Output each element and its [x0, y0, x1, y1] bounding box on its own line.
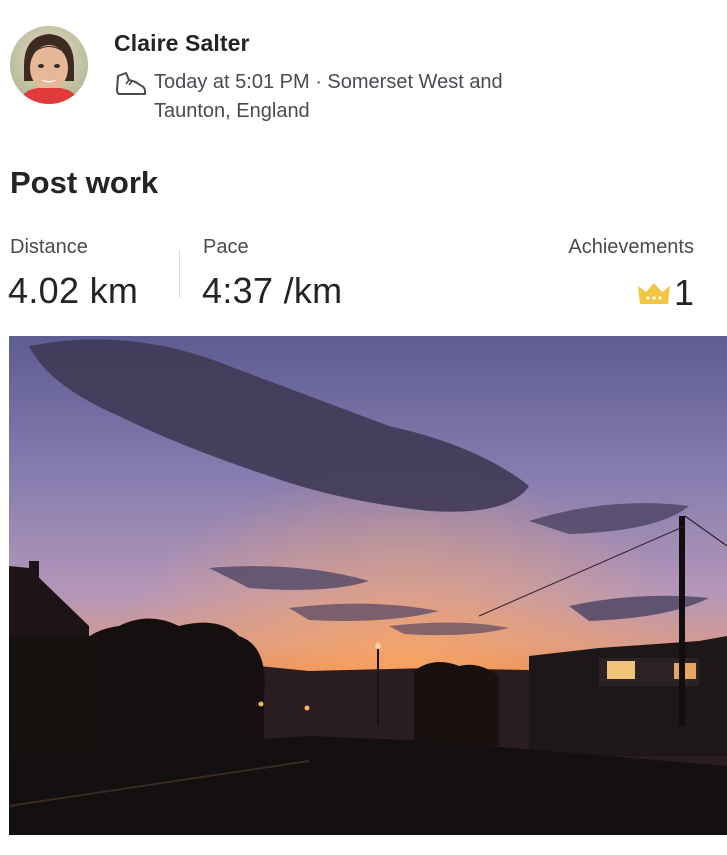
achievements-label: Achievements	[568, 236, 694, 258]
pace-label: Pace	[203, 236, 249, 258]
achievements-value[interactable]: 1	[636, 272, 694, 313]
distance-label: Distance	[10, 236, 88, 258]
achievements-count: 1	[673, 272, 694, 313]
activity-photo[interactable]	[9, 336, 727, 835]
activity-location-cont: Taunton, England	[154, 100, 310, 122]
crown-icon	[637, 283, 670, 304]
shoe-icon	[116, 72, 146, 95]
activity-time-location: Today at 5:01 PM · Somerset West and	[154, 71, 503, 93]
stats-divider	[179, 250, 180, 298]
athlete-avatar[interactable]	[10, 26, 88, 104]
avatar-photo-icon	[10, 26, 88, 104]
distance-value: 4.02 km	[8, 270, 139, 311]
activity-header: Claire Salter Today at 5:01 PM · Somerse…	[0, 0, 727, 135]
activity-title[interactable]: Post work	[10, 165, 158, 201]
pace-value: 4:37 /km	[202, 270, 343, 311]
athlete-name[interactable]: Claire Salter	[114, 30, 250, 57]
sunset-street-photo-icon	[9, 336, 727, 835]
